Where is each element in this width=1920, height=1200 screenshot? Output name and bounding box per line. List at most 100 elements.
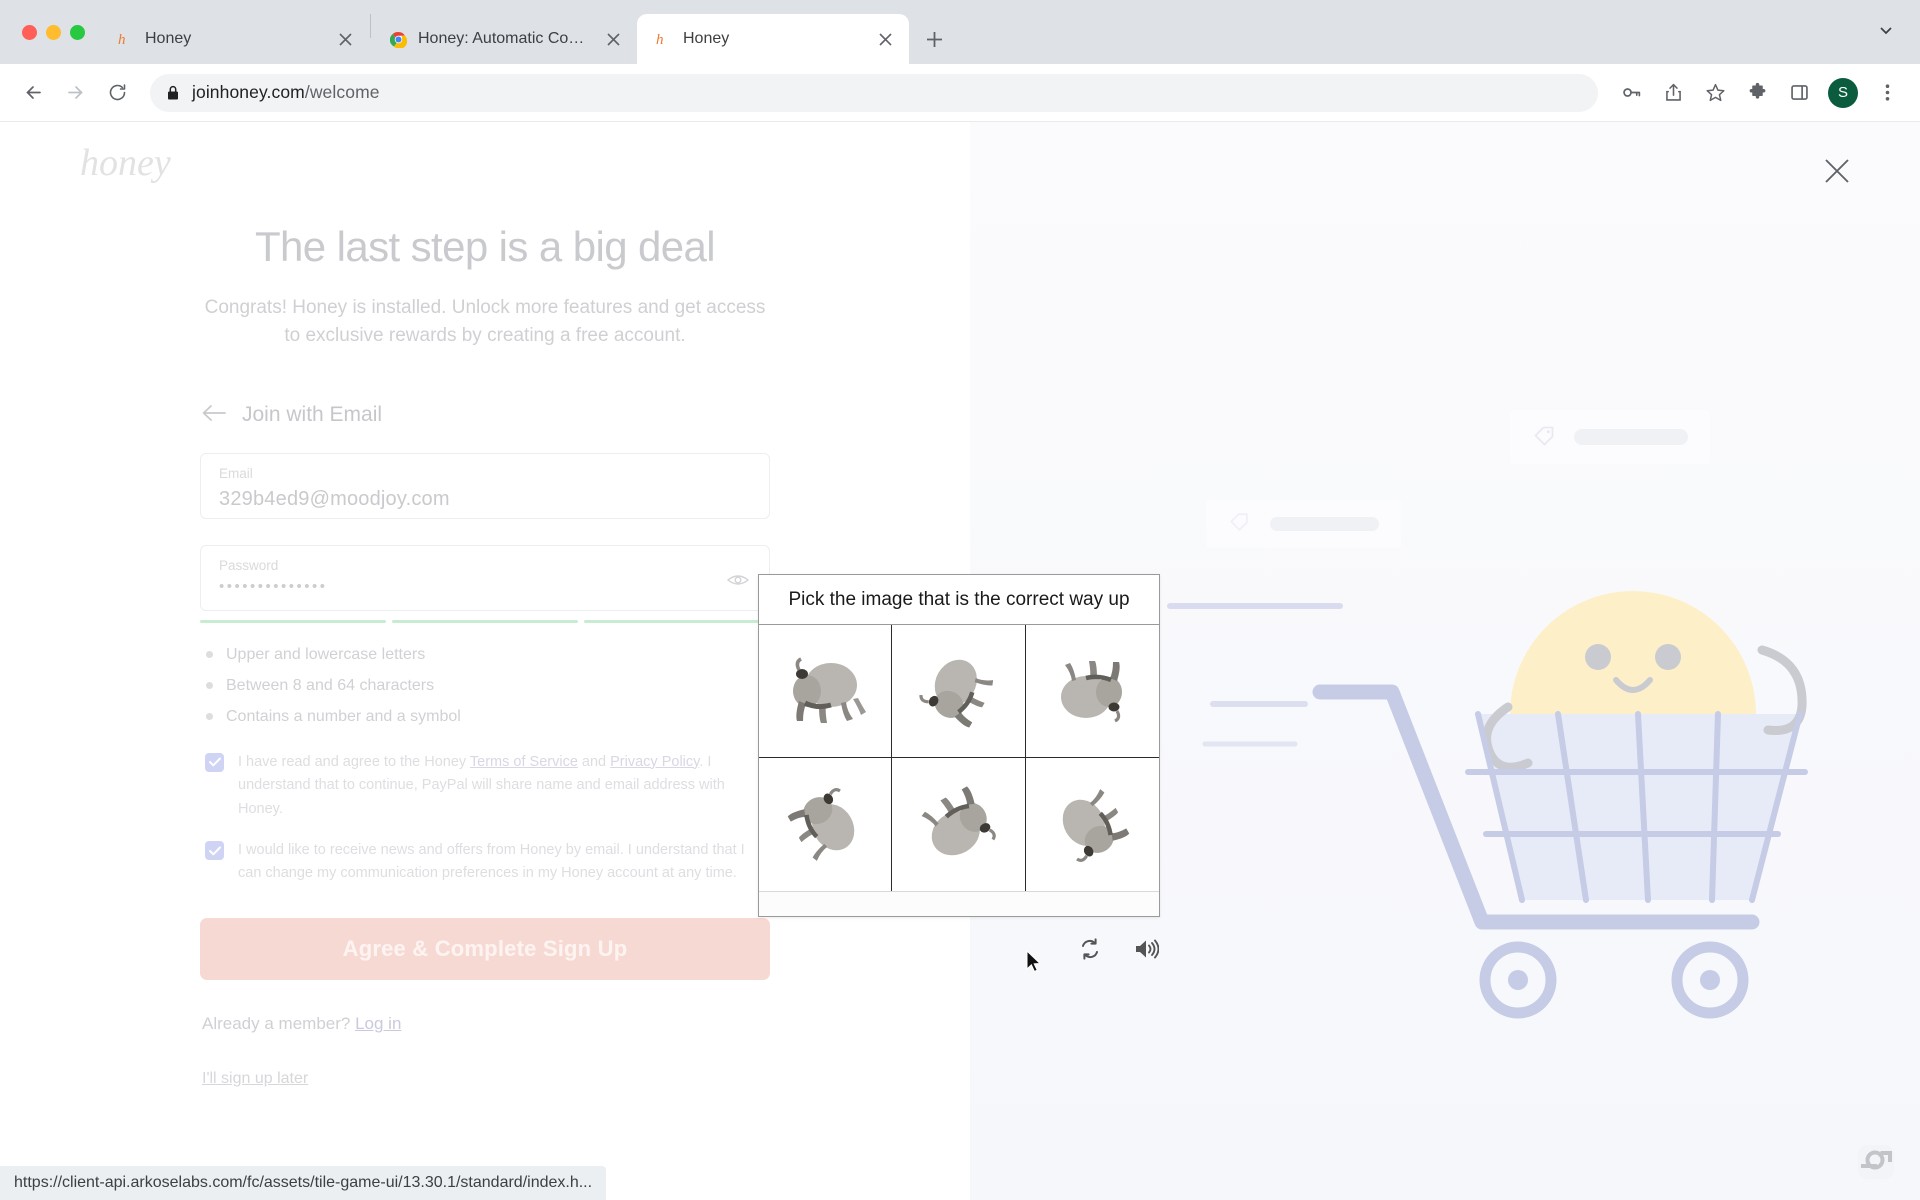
tab-title: Honey bbox=[683, 30, 730, 47]
captcha-tile-4[interactable] bbox=[759, 758, 893, 891]
signup-later-link[interactable]: I'll sign up later bbox=[200, 1070, 308, 1088]
consent-terms[interactable]: I have read and agree to the Honey Terms… bbox=[200, 751, 770, 821]
chevron-down-icon[interactable] bbox=[1870, 14, 1902, 51]
captcha-tile-3[interactable] bbox=[1025, 625, 1159, 758]
side-panel-icon[interactable] bbox=[1780, 74, 1818, 112]
window-traffic-lights bbox=[14, 0, 99, 64]
shopping-cart-with-mascot bbox=[1312, 591, 1808, 1019]
forward-arrow-icon[interactable] bbox=[56, 74, 94, 112]
star-icon[interactable] bbox=[1696, 74, 1734, 112]
bison-image bbox=[919, 659, 994, 728]
back-arrow-icon[interactable] bbox=[14, 74, 52, 112]
captcha-dialog: Pick the image that is the correct way u… bbox=[758, 574, 1160, 917]
bison-image bbox=[787, 787, 855, 861]
captcha-tile-5[interactable] bbox=[892, 758, 1026, 891]
status-url: https://client-api.arkoselabs.com/fc/ass… bbox=[14, 1174, 593, 1191]
terms-of-service-link[interactable]: Terms of Service bbox=[470, 754, 578, 770]
toolbar-icons: S bbox=[1612, 74, 1906, 112]
chrome-icon bbox=[388, 29, 408, 49]
captcha-tile-grid bbox=[759, 625, 1159, 891]
tab-title: Honey: Automatic Coupons & C bbox=[418, 30, 591, 47]
email-field[interactable]: Email 329b4ed9@moodjoy.com bbox=[200, 452, 770, 519]
price-tag-icon bbox=[1532, 424, 1558, 450]
bison-image bbox=[1063, 788, 1130, 862]
close-tab-button[interactable] bbox=[873, 27, 897, 51]
back-arrow-icon[interactable] bbox=[202, 403, 226, 426]
page-title: The last step is a big deal bbox=[254, 223, 716, 270]
terms-checkbox[interactable] bbox=[205, 752, 224, 772]
status-bar: https://client-api.arkoselabs.com/fc/ass… bbox=[0, 1166, 607, 1200]
password-requirements: Upper and lowercase letters Between 8 an… bbox=[200, 640, 770, 733]
password-label: Password bbox=[219, 557, 279, 573]
svg-text:h: h bbox=[656, 32, 664, 48]
bison-image bbox=[793, 657, 867, 723]
login-link[interactable]: Log in bbox=[355, 1014, 401, 1033]
eye-icon[interactable] bbox=[726, 573, 750, 592]
password-strength-meter bbox=[200, 619, 770, 623]
bison-image bbox=[922, 785, 997, 855]
honey-icon: h bbox=[115, 29, 135, 49]
agree-complete-signup-button[interactable]: Agree & Complete Sign Up bbox=[200, 917, 770, 980]
url-text: joinhoney.com/welcome bbox=[192, 82, 380, 103]
three-dot-menu-icon[interactable] bbox=[1868, 74, 1906, 112]
terms-text: I have read and agree to the Honey Terms… bbox=[238, 751, 770, 821]
password-field[interactable]: Password •••••••••••••• bbox=[200, 544, 770, 611]
email-value: 329b4ed9@moodjoy.com bbox=[219, 488, 450, 511]
audio-icon[interactable] bbox=[1131, 934, 1161, 964]
strength-segment bbox=[584, 619, 770, 623]
minimize-window-button[interactable] bbox=[46, 24, 61, 40]
marketing-text: I would like to receive news and offers … bbox=[238, 842, 745, 882]
strength-segment bbox=[200, 619, 386, 623]
close-tab-button[interactable] bbox=[601, 27, 625, 51]
new-tab-button[interactable] bbox=[917, 22, 951, 56]
refresh-icon[interactable] bbox=[1075, 934, 1105, 964]
close-icon[interactable] bbox=[1816, 150, 1858, 192]
tab-honey-1[interactable]: h Honey bbox=[99, 14, 369, 64]
consent-marketing[interactable]: I would like to receive news and offers … bbox=[200, 839, 770, 886]
extensions-icon[interactable] bbox=[1738, 74, 1776, 112]
avatar-initial: S bbox=[1837, 84, 1848, 101]
cta-label: Agree & Complete Sign Up bbox=[342, 935, 628, 961]
bullet-icon bbox=[206, 682, 213, 690]
strength-segment bbox=[392, 619, 578, 623]
close-tab-button[interactable] bbox=[333, 27, 357, 51]
email-label: Email bbox=[219, 465, 253, 481]
close-window-button[interactable] bbox=[22, 24, 37, 40]
share-icon[interactable] bbox=[1654, 74, 1692, 112]
reload-icon[interactable] bbox=[98, 74, 136, 112]
browser-window: h Honey Honey: Automatic Coup h Honey jo… bbox=[0, 0, 1920, 1200]
captcha-controls bbox=[1075, 934, 1161, 964]
tab-honey-2[interactable]: Honey: Automatic Coupons & C bbox=[372, 14, 637, 64]
address-bar[interactable]: joinhoney.com/welcome bbox=[150, 73, 1598, 112]
captcha-tile-2[interactable] bbox=[892, 625, 1026, 758]
join-with-email-label: Join with Email bbox=[242, 402, 383, 426]
svg-text:h: h bbox=[118, 32, 126, 48]
browser-toolbar: joinhoney.com/welcome S bbox=[0, 64, 1920, 122]
tabs: h Honey Honey: Automatic Coup h Honey bbox=[99, 0, 1870, 64]
join-with-email-header[interactable]: Join with Email bbox=[200, 403, 770, 427]
bullet-icon bbox=[206, 651, 213, 659]
url-host: joinhoney.com bbox=[192, 82, 305, 102]
requirement-label: Between 8 and 64 characters bbox=[226, 676, 435, 694]
requirement-item: Contains a number and a symbol bbox=[200, 702, 770, 733]
terms-text-1: I have read and agree to the Honey bbox=[238, 753, 470, 770]
widget-badge-icon[interactable] bbox=[1854, 1142, 1898, 1184]
captcha-tile-6[interactable] bbox=[1025, 758, 1159, 891]
maximize-window-button[interactable] bbox=[70, 24, 85, 40]
key-icon[interactable] bbox=[1612, 74, 1650, 112]
marketing-checkbox[interactable] bbox=[205, 841, 224, 860]
page-content: honey The last step is a big deal Congra… bbox=[0, 122, 1920, 1200]
tab-honey-3-active[interactable]: h Honey bbox=[637, 14, 909, 64]
honey-icon: h bbox=[653, 29, 673, 49]
tab-strip-right bbox=[1870, 0, 1920, 64]
mouse-cursor bbox=[1026, 949, 1042, 978]
price-tag-icon bbox=[1228, 511, 1254, 537]
lock-icon bbox=[166, 85, 180, 101]
tab-strip: h Honey Honey: Automatic Coup h Honey bbox=[0, 0, 1920, 64]
captcha-tile-1[interactable] bbox=[759, 625, 893, 758]
privacy-policy-link[interactable]: Privacy Policy bbox=[610, 754, 699, 770]
member-prompt: Already a member? bbox=[202, 1013, 351, 1033]
signup-form: The last step is a big deal Congrats! Ho… bbox=[200, 222, 770, 1088]
profile-avatar[interactable]: S bbox=[1828, 77, 1858, 108]
requirement-label: Upper and lowercase letters bbox=[226, 645, 426, 663]
